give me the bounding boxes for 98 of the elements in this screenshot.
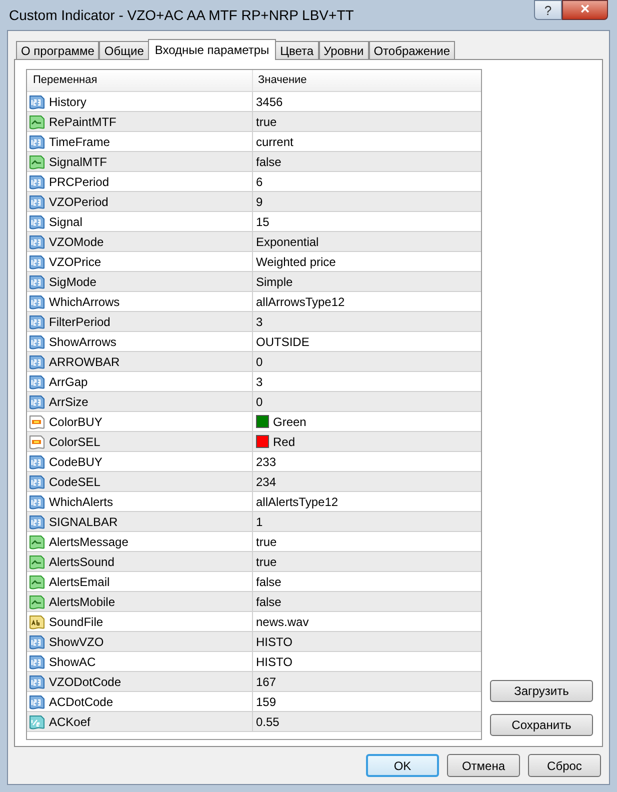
parameter-name: SigMode <box>49 274 96 290</box>
save-button[interactable]: Сохранить <box>490 714 593 736</box>
parameter-name: CodeBUY <box>49 454 102 470</box>
dialog-button[interactable]: OK <box>366 754 439 777</box>
parameter-name: SoundFile <box>49 614 104 630</box>
parameter-name: ArrGap <box>49 374 88 390</box>
parameter-value: false <box>256 574 282 590</box>
parameter-name: PRCPeriod <box>49 174 110 190</box>
parameter-name: History <box>49 94 86 110</box>
boolean-type-icon <box>29 554 45 570</box>
parameter-value: 234 <box>256 474 276 490</box>
parameter-value: Red <box>273 434 296 450</box>
fraction-type-icon <box>29 714 45 730</box>
parameter-name: CodeSEL <box>49 474 100 490</box>
parameter-value: Simple <box>256 274 293 290</box>
parameter-name: Signal <box>49 214 82 230</box>
boolean-type-icon <box>29 574 45 590</box>
tab[interactable]: Входные параметры <box>148 39 276 60</box>
boolean-type-icon <box>29 114 45 130</box>
tab[interactable]: Цвета <box>275 41 319 59</box>
integer-type-icon <box>29 274 45 290</box>
parameter-name: AlertsEmail <box>49 574 110 590</box>
parameter-name: ACKoef <box>49 714 90 730</box>
text-type-icon <box>29 614 45 630</box>
parameter-value: 3 <box>256 314 263 330</box>
parameter-value: allArrowsType12 <box>256 294 345 310</box>
parameter-name: AlertsMobile <box>49 594 116 610</box>
parameter-value: true <box>256 114 277 130</box>
integer-type-icon <box>29 394 45 410</box>
parameter-value: news.wav <box>256 614 309 630</box>
parameter-name: ShowArrows <box>49 334 116 350</box>
tab[interactable]: Отображение <box>368 41 456 59</box>
parameter-name: SIGNALBAR <box>49 514 118 530</box>
parameter-name: ShowVZO <box>49 634 104 650</box>
integer-type-icon <box>29 234 45 250</box>
parameter-value: 233 <box>256 454 276 470</box>
parameter-value: Exponential <box>256 234 319 250</box>
tab[interactable]: Общие <box>99 41 149 59</box>
parameter-value: 1 <box>256 514 263 530</box>
parameter-value: 6 <box>256 174 263 190</box>
integer-type-icon <box>29 194 45 210</box>
boolean-type-icon <box>29 594 45 610</box>
parameter-value: 167 <box>256 674 276 690</box>
parameter-value: 0 <box>256 394 263 410</box>
parameter-value: 3456 <box>256 94 283 110</box>
parameter-name: RePaintMTF <box>49 114 116 130</box>
parameter-value: true <box>256 554 277 570</box>
integer-type-icon <box>29 514 45 530</box>
parameter-name: ShowAC <box>49 654 96 670</box>
parameter-value: OUTSIDE <box>256 334 310 350</box>
integer-type-icon <box>29 314 45 330</box>
parameter-value: 0.55 <box>256 714 280 730</box>
parameter-name: WhichAlerts <box>49 494 114 510</box>
dialog-button[interactable]: Отмена <box>447 754 520 777</box>
column-header[interactable]: Переменная <box>27 70 253 91</box>
integer-type-icon <box>29 354 45 370</box>
parameter-value: Green <box>273 414 306 430</box>
parameter-name: VZOPrice <box>49 254 102 270</box>
color-type-icon <box>29 434 45 450</box>
parameter-name: FilterPeriod <box>49 314 110 330</box>
parameter-name: ColorBUY <box>49 414 102 430</box>
parameter-name: VZOPeriod <box>49 194 108 210</box>
tab[interactable]: О программе <box>16 41 100 59</box>
parameter-value: Weighted price <box>256 254 336 270</box>
column-header[interactable]: Значение <box>253 70 481 91</box>
help-button[interactable]: ? <box>534 0 562 20</box>
parameter-name: TimeFrame <box>49 134 110 150</box>
window-title: Custom Indicator - VZO+AC AA MTF RP+NRP LBV+TT <box>8 6 354 24</box>
parameter-name: SignalMTF <box>49 154 108 170</box>
parameter-value: false <box>256 154 282 170</box>
parameter-name: ACDotCode <box>49 694 114 710</box>
parameter-value: 9 <box>256 194 263 210</box>
parameter-name: WhichArrows <box>49 294 120 310</box>
parameter-name: VZODotCode <box>49 674 122 690</box>
parameter-value: 0 <box>256 354 263 370</box>
parameter-name: ColorSEL <box>49 434 100 450</box>
parameter-value: allAlertsType12 <box>256 494 338 510</box>
parameter-name: AlertsMessage <box>49 534 128 550</box>
parameter-value: false <box>256 594 282 610</box>
boolean-type-icon <box>29 154 45 170</box>
parameter-value: 159 <box>256 694 276 710</box>
integer-type-icon <box>29 674 45 690</box>
parameter-value: current <box>256 134 294 150</box>
parameter-value: 3 <box>256 374 263 390</box>
parameter-name: ArrSize <box>49 394 88 410</box>
tab[interactable]: Уровни <box>318 41 369 59</box>
dialog-button[interactable]: Сброс <box>528 754 601 777</box>
parameter-name: AlertsSound <box>49 554 114 570</box>
integer-type-icon <box>29 634 45 650</box>
parameter-value: 15 <box>256 214 270 230</box>
parameter-value: true <box>256 534 277 550</box>
integer-type-icon <box>29 474 45 490</box>
boolean-type-icon <box>29 534 45 550</box>
parameter-name: ARROWBAR <box>49 354 120 370</box>
parameter-value: HISTO <box>256 654 292 670</box>
parameter-value: HISTO <box>256 634 292 650</box>
load-button[interactable]: Загрузить <box>490 680 593 702</box>
parameter-name: VZOMode <box>49 234 104 250</box>
